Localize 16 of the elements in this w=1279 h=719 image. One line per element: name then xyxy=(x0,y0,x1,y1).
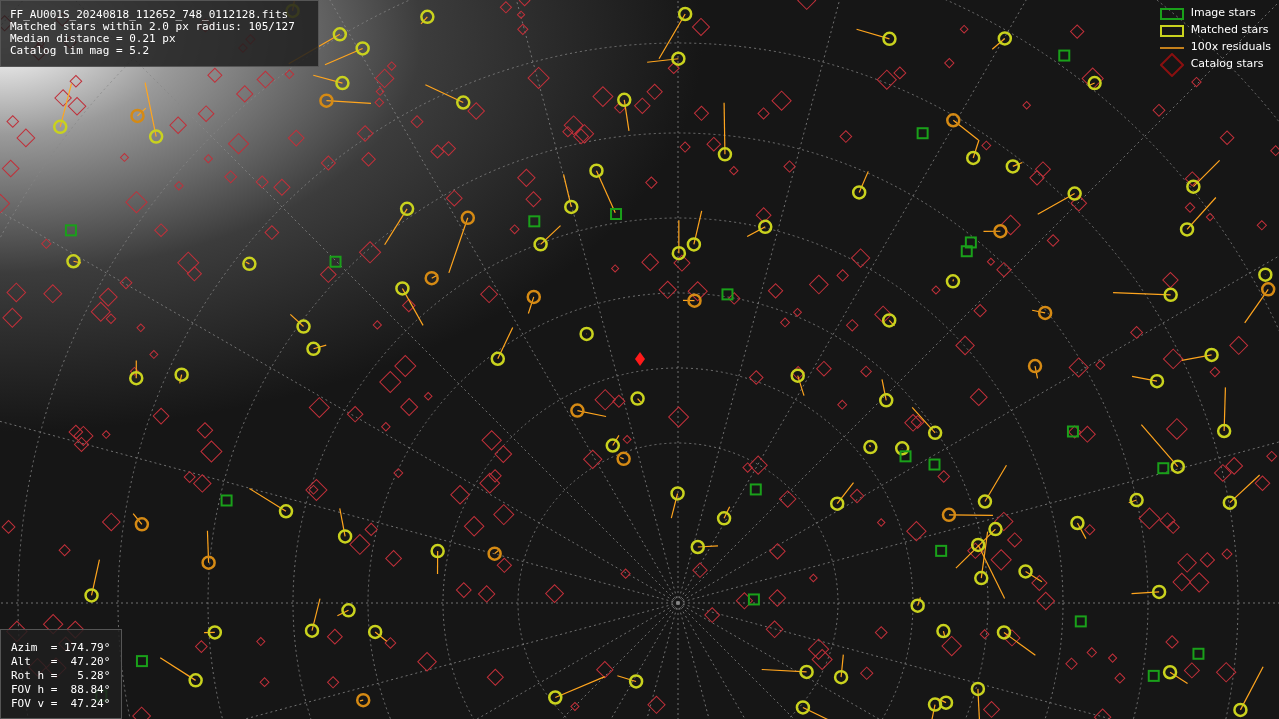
info-text: Catalog lim mag = 5.2 xyxy=(10,45,151,57)
square-outline-icon xyxy=(1159,7,1184,20)
pointing-text: Rot h = 5.28° xyxy=(11,669,111,683)
pointing-text: Alt = 47.20° xyxy=(11,655,111,669)
pointing-text: FOV v = 47.24° xyxy=(11,697,111,711)
legend-label: 100x residuals xyxy=(1190,39,1271,56)
legend-label: Image stars xyxy=(1190,5,1256,22)
diamond-icon xyxy=(1159,52,1184,77)
legend-label: Catalog stars xyxy=(1190,56,1264,73)
info-text: Median distance = 0.21 px xyxy=(10,33,177,45)
info-text: Matched stars within 2.0 px radius: 105/127 xyxy=(10,21,296,33)
pointing-text: FOV h = 88.84° xyxy=(11,683,111,697)
rectangle-outline-icon xyxy=(1159,24,1184,37)
info-text: FF_AU001S_20240818_112652_748_0112128.fits xyxy=(10,9,290,21)
pointing-text: Azim = 174.79° xyxy=(11,641,111,655)
legend-label: Matched stars xyxy=(1190,22,1269,39)
